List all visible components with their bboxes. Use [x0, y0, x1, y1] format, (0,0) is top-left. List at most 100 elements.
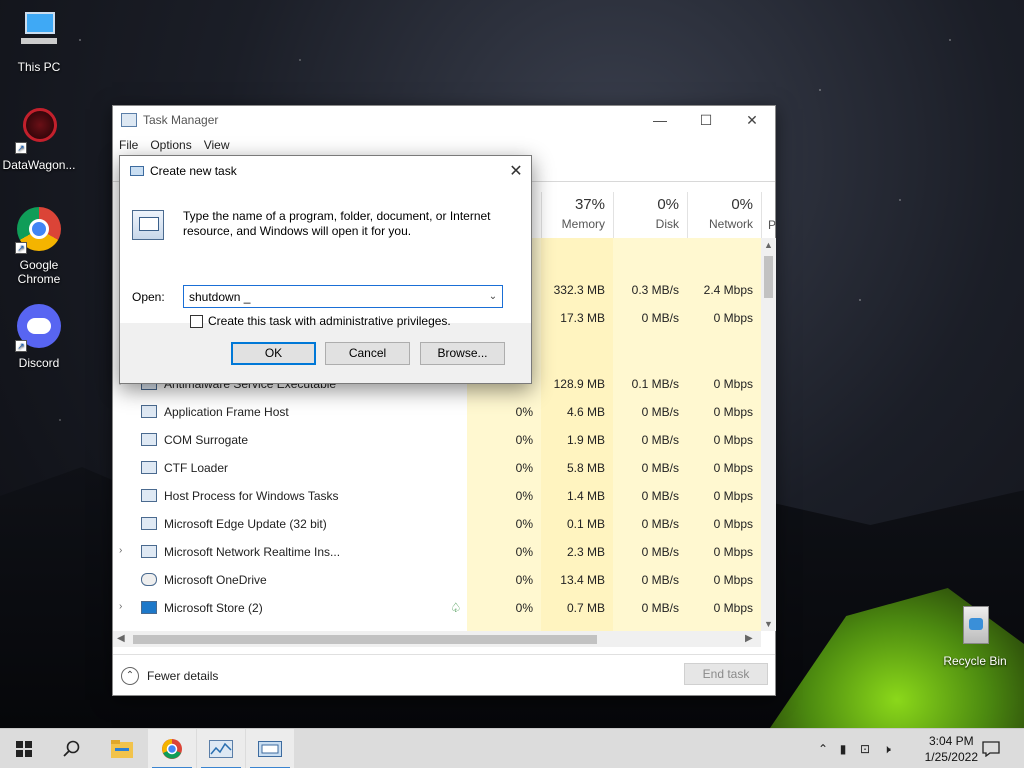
column-percent: 37% [574, 196, 605, 213]
notification-icon [982, 741, 1000, 757]
chevron-down-icon[interactable]: ⌄ [484, 291, 502, 302]
table-row[interactable]: › Microsoft Store (2) ♤ 0% 0.7 MB 0 MB/s… [113, 594, 761, 622]
taskbar-chrome[interactable] [148, 729, 196, 768]
disk-cell: 0 MB/s [641, 517, 679, 531]
chevron-right-icon[interactable]: › [119, 545, 122, 556]
cpu-cell: 0% [515, 461, 533, 475]
desktop-icon-google-chrome[interactable]: ↗ Google Chrome [1, 206, 77, 286]
cpu-cell: 0% [515, 601, 533, 615]
close-icon[interactable]: ✕ [729, 106, 775, 134]
ok-button[interactable]: OK [231, 342, 316, 365]
desktop-icon-discord[interactable]: ↗ Discord [1, 304, 77, 370]
checkbox-box[interactable] [190, 314, 203, 328]
table-row[interactable]: Application Frame Host 0% 4.6 MB 0 MB/s … [113, 398, 761, 426]
column-header-memory[interactable]: 37% Memory [541, 192, 613, 238]
chevron-right-icon[interactable]: › [119, 601, 122, 612]
process-icon [141, 489, 157, 502]
column-name: Disk [655, 217, 679, 231]
network-cell: 2.4 Mbps [703, 283, 753, 297]
scroll-thumb[interactable] [133, 635, 597, 644]
table-row[interactable]: Host Process for Windows Tasks 0% 1.4 MB… [113, 482, 761, 510]
vertical-scrollbar[interactable]: ▲ ▼ [761, 238, 776, 631]
scroll-left-icon[interactable]: ◀ [117, 633, 125, 644]
cancel-button[interactable]: Cancel [325, 342, 410, 365]
dialog-titlebar[interactable]: Create new task ✕ [120, 156, 531, 186]
disk-cell: 0.3 MB/s [631, 283, 679, 297]
process-icon [141, 545, 157, 558]
run-window-icon [258, 741, 282, 757]
process-icon [141, 461, 157, 474]
volume-muted-icon[interactable]: 🕨 [876, 742, 898, 757]
menu-view[interactable]: View [204, 138, 238, 152]
taskbar-file-explorer[interactable] [98, 729, 146, 768]
minimize-icon[interactable]: — [637, 106, 683, 134]
network-cell: 0 Mbps [713, 489, 753, 503]
column-header-network[interactable]: 0% Network [687, 192, 761, 238]
discord-icon: ↗ [15, 304, 63, 352]
network-icon[interactable]: ⊡ [854, 742, 876, 756]
disk-cell: 0 MB/s [641, 601, 679, 615]
close-icon[interactable]: ✕ [501, 161, 531, 181]
maximize-icon[interactable]: ☐ [683, 106, 729, 134]
table-row[interactable]: › Microsoft Network Realtime Ins... 0% 2… [113, 538, 761, 566]
table-row[interactable]: CTF Loader 0% 5.8 MB 0 MB/s 0 Mbps [113, 454, 761, 482]
network-cell: 0 Mbps [713, 405, 753, 419]
process-name: Microsoft Store (2) [164, 601, 263, 615]
disk-cell: 0 MB/s [641, 573, 679, 587]
open-input-value[interactable]: shutdown _ [189, 290, 484, 304]
search-button[interactable] [48, 729, 96, 768]
table-row[interactable]: Microsoft Edge Update (32 bit) 0% 0.1 MB… [113, 510, 761, 538]
horizontal-scrollbar[interactable]: ◀ ▶ [113, 631, 761, 647]
process-icon [141, 433, 157, 446]
task-manager-icon [121, 113, 137, 127]
scroll-right-icon[interactable]: ▶ [745, 633, 753, 644]
taskbar-run[interactable] [246, 729, 294, 768]
scroll-up-icon[interactable]: ▲ [761, 240, 776, 250]
chrome-icon [162, 739, 182, 759]
table-row[interactable]: COM Surrogate 0% 1.9 MB 0 MB/s 0 Mbps [113, 426, 761, 454]
memory-cell: 1.4 MB [566, 489, 605, 503]
menu-options[interactable]: Options [150, 138, 199, 152]
cpu-cell: 0% [515, 489, 533, 503]
column-header-power[interactable]: P [761, 192, 776, 238]
chevron-up-icon[interactable]: ⌃ [814, 742, 832, 756]
desktop-icon-this-pc[interactable]: This PC [1, 8, 77, 74]
dialog-description: Type the name of a program, folder, docu… [183, 209, 491, 238]
scroll-thumb[interactable] [764, 256, 773, 298]
fewer-details-button[interactable]: ⌃ Fewer details [121, 667, 218, 685]
desktop-icon-datawagon[interactable]: ↗ DataWagon... [1, 106, 77, 172]
open-combobox[interactable]: shutdown _ ⌄ [183, 285, 503, 308]
cpu-cell: 0% [515, 433, 533, 447]
run-window-icon [130, 166, 144, 176]
battery-icon[interactable]: ▮ [832, 742, 854, 756]
end-task-button[interactable]: End task [684, 663, 768, 685]
cpu-cell: 0% [515, 573, 533, 587]
task-manager-titlebar[interactable]: Task Manager — ☐ ✕ [113, 106, 775, 134]
menu-bar: File Options View [113, 134, 775, 156]
dialog-body: Type the name of a program, folder, docu… [120, 186, 531, 328]
disk-cell: 0 MB/s [641, 433, 679, 447]
taskbar-task-manager[interactable] [197, 729, 245, 768]
desktop-icon-recycle-bin[interactable]: Recycle Bin [936, 602, 1014, 668]
admin-privileges-checkbox[interactable]: Create this task with administrative pri… [190, 314, 451, 328]
memory-cell: 5.8 MB [566, 461, 605, 475]
search-icon [63, 740, 80, 757]
windows-icon [16, 741, 32, 757]
column-header-disk[interactable]: 0% Disk [613, 192, 687, 238]
notifications-button[interactable] [968, 729, 1014, 768]
column-name: Network [708, 217, 753, 231]
memory-cell: 128.9 MB [553, 377, 605, 391]
process-icon [141, 517, 157, 530]
browse-button[interactable]: Browse... [420, 342, 505, 365]
table-row[interactable]: Microsoft OneDrive 0% 13.4 MB 0 MB/s 0 M… [113, 566, 761, 594]
menu-file[interactable]: File [119, 138, 146, 152]
open-label: Open: [132, 290, 165, 304]
create-new-task-dialog: Create new task ✕ Type the name of a pro… [119, 155, 532, 384]
cpu-cell: 0% [515, 517, 533, 531]
desktop-icon-label: This PC [17, 60, 61, 74]
leaf-icon: ♤ [450, 600, 462, 615]
recycle-bin-icon [951, 602, 999, 650]
scroll-down-icon[interactable]: ▼ [761, 619, 776, 629]
computer-icon [15, 8, 63, 56]
start-button[interactable] [0, 729, 48, 768]
